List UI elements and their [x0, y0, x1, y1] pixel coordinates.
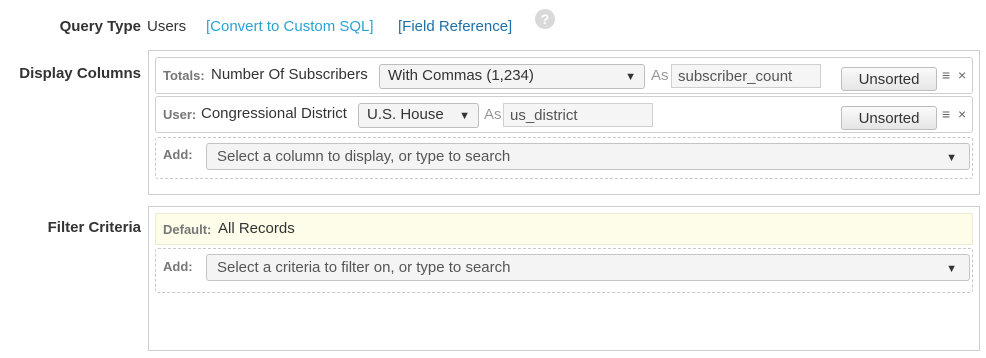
remove-icon[interactable]: ×	[958, 106, 966, 122]
field-reference-link[interactable]: [Field Reference]	[398, 18, 512, 35]
filter-criteria-panel: Default: All Records Add: Select a crite…	[148, 206, 980, 351]
chevron-down-icon: ▼	[459, 110, 470, 122]
display-columns-panel: Totals: Number Of Subscribers With Comma…	[148, 50, 980, 195]
add-column-row: Add: Select a column to display, or type…	[155, 137, 973, 179]
remove-icon[interactable]: ×	[958, 67, 966, 83]
column-row-district: User: Congressional District U.S. House …	[155, 96, 973, 133]
sort-button[interactable]: Unsorted	[841, 67, 937, 91]
default-filter-value: All Records	[218, 220, 295, 237]
format-select[interactable]: With Commas (1,234) ▼	[379, 64, 645, 89]
alias-input[interactable]	[503, 103, 653, 127]
as-label: As	[651, 67, 669, 84]
chevron-down-icon: ▼	[946, 152, 957, 164]
filter-criteria-label: Filter Criteria	[47, 219, 141, 236]
format-select-value: With Commas (1,234)	[388, 67, 534, 84]
format-select[interactable]: U.S. House ▼	[358, 103, 479, 128]
sort-button[interactable]: Unsorted	[841, 106, 937, 130]
column-name: Number Of Subscribers	[211, 66, 368, 83]
display-columns-label: Display Columns	[19, 65, 141, 82]
add-column-placeholder: Select a column to display, or type to s…	[217, 148, 511, 165]
add-filter-select[interactable]: Select a criteria to filter on, or type …	[206, 254, 970, 281]
add-column-select[interactable]: Select a column to display, or type to s…	[206, 143, 970, 170]
reorder-icon[interactable]: ≡	[942, 106, 950, 122]
column-prefix: User:	[163, 107, 197, 122]
format-select-value: U.S. House	[367, 106, 444, 123]
column-prefix: Totals:	[163, 68, 205, 83]
alias-input[interactable]	[671, 64, 821, 88]
help-icon[interactable]: ?	[535, 9, 555, 29]
chevron-down-icon: ▼	[946, 263, 957, 275]
convert-to-custom-sql-link[interactable]: [Convert to Custom SQL]	[206, 18, 374, 35]
as-label: As	[484, 106, 502, 123]
query-type-value: Users	[147, 18, 187, 35]
reorder-icon[interactable]: ≡	[942, 67, 950, 83]
add-prefix: Add:	[163, 259, 193, 274]
add-filter-placeholder: Select a criteria to filter on, or type …	[217, 259, 511, 276]
add-prefix: Add:	[163, 147, 193, 162]
chevron-down-icon: ▼	[625, 71, 636, 83]
default-prefix: Default:	[163, 222, 212, 237]
column-name: Congressional District	[201, 105, 347, 122]
default-filter-row: Default: All Records	[155, 213, 973, 245]
add-filter-row: Add: Select a criteria to filter on, or …	[155, 248, 973, 293]
column-row-subscribers: Totals: Number Of Subscribers With Comma…	[155, 57, 973, 94]
query-type-label: Query Type	[59, 18, 141, 35]
